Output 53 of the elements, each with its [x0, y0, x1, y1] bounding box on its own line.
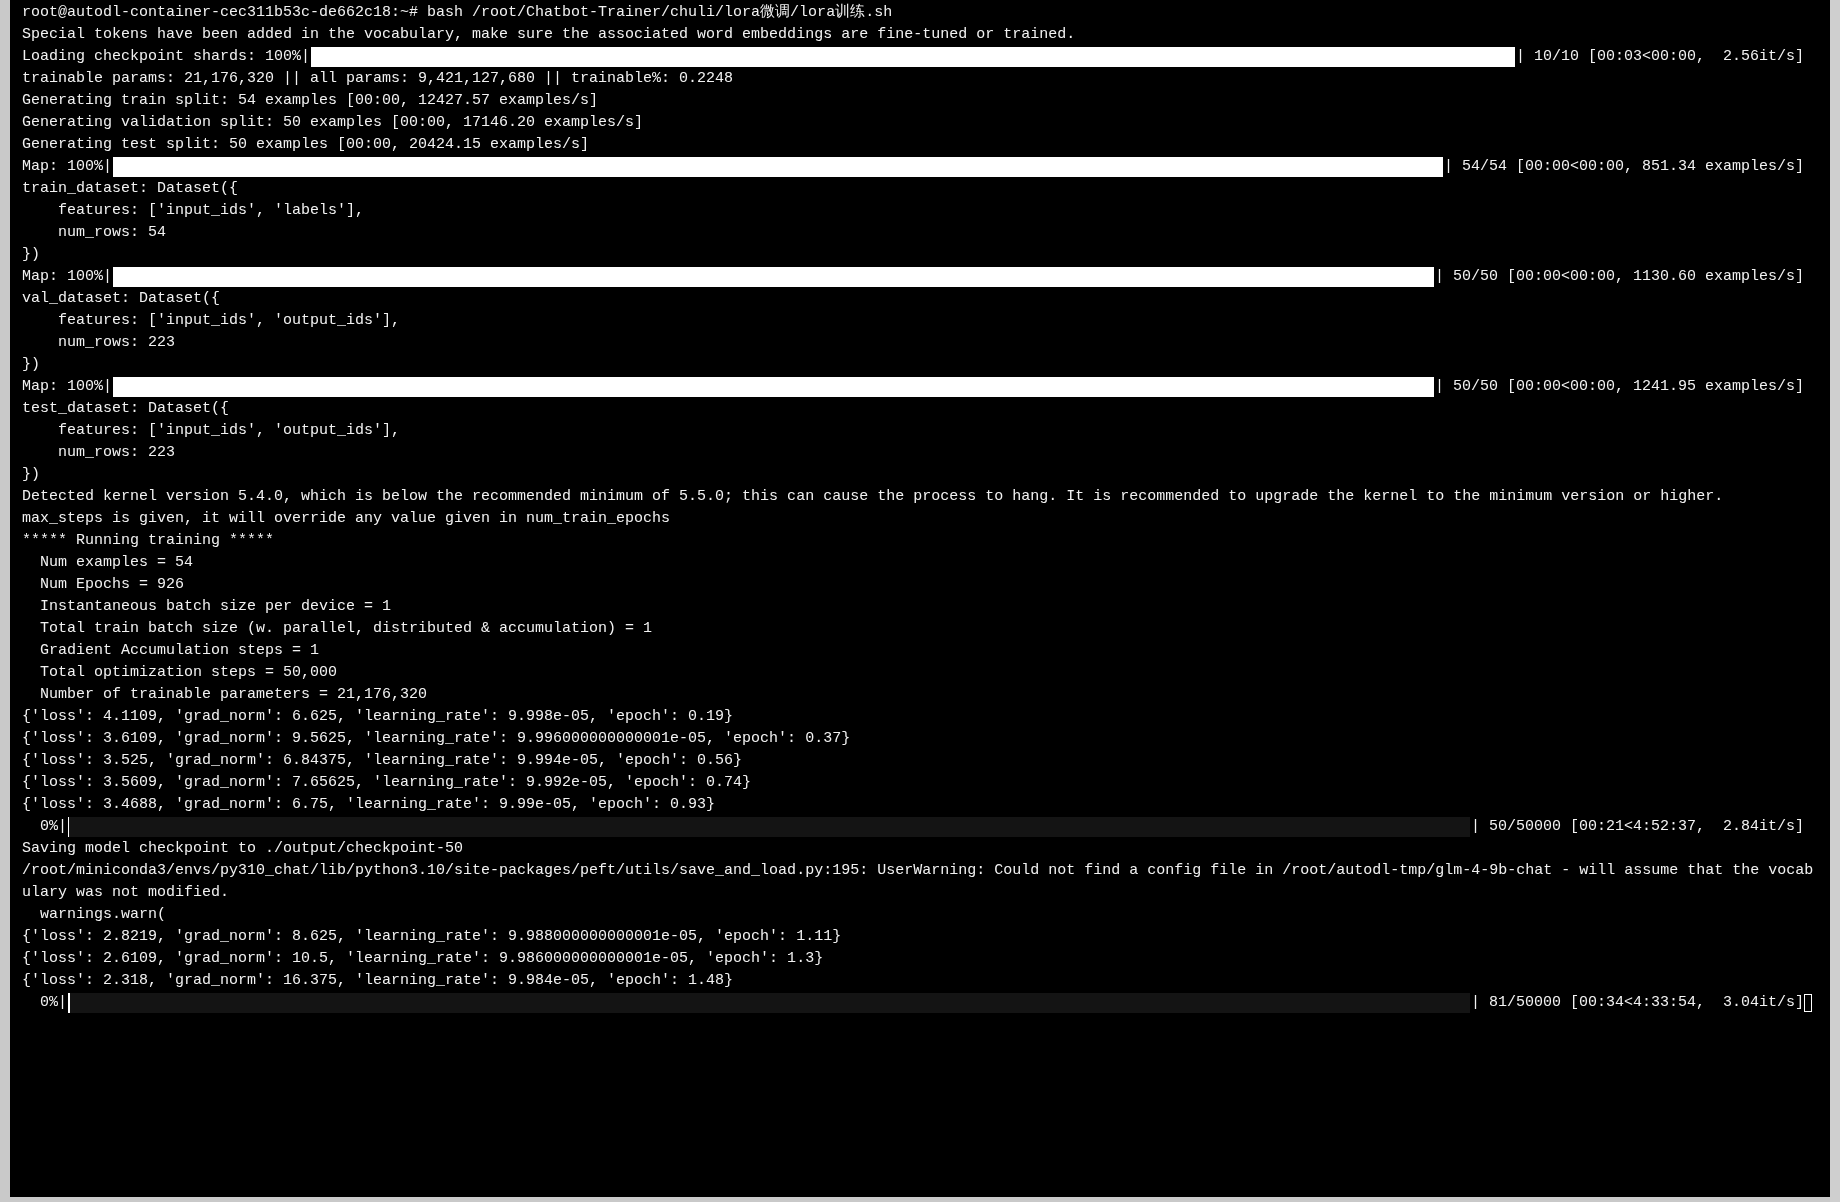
terminal-line: /root/miniconda3/envs/py310_chat/lib/python3.10/site-packages/peft/utils/save_and_load.py:195: UserWarning: Could not find a config file in /root/autodl-tmp/glm-4-9b-chat - will assume that the vocab — [22, 861, 1814, 881]
progress-status: | 50/50000 [00:21<4:52:37, 2.84it/s] — [1470, 817, 1804, 837]
terminal-line: Gradient Accumulation steps = 1 — [39, 641, 320, 661]
terminal-line: }) — [22, 465, 40, 485]
terminal-line: Instantaneous batch size per device = 1 — [39, 597, 392, 617]
terminal-line: test_dataset: Dataset({ — [22, 399, 230, 419]
terminal-line: warnings.warn( — [39, 905, 167, 925]
terminal-line: {'loss': 3.6109, 'grad_norm': 9.5625, 'learning_rate': 9.996000000000001e-05, 'epoch': 0.37} — [22, 729, 851, 749]
terminal-line: {'loss': 2.6109, 'grad_norm': 10.5, 'learning_rate': 9.986000000000001e-05, 'epoch': 1.3} — [22, 949, 824, 969]
terminal-line: ***** Running training ***** — [22, 531, 275, 551]
terminal-line: Number of trainable parameters = 21,176,320 — [39, 685, 428, 705]
terminal-line: {'loss': 2.318, 'grad_norm': 16.375, 'learning_rate': 9.984e-05, 'epoch': 1.48} — [22, 971, 734, 991]
progress-status: | 81/50000 [00:34<4:33:54, 3.04it/s] — [1470, 992, 1804, 1014]
terminal-line: Total optimization steps = 50,000 — [39, 663, 338, 683]
progress-label: Loading checkpoint shards: 100%| — [22, 47, 311, 67]
terminal-line: {'loss': 3.5609, 'grad_norm': 7.65625, 'learning_rate': 9.992e-05, 'epoch': 0.74} — [22, 773, 752, 793]
progress-status: | 54/54 [00:00<00:00, 851.34 examples/s] — [1443, 157, 1804, 177]
terminal-line: }) — [22, 355, 40, 375]
terminal-line: max_steps is given, it will override any value given in num_train_epochs — [22, 509, 671, 529]
terminal-line: features: ['input_ids', 'output_ids'], — [57, 421, 401, 441]
terminal-line: {'loss': 3.525, 'grad_norm': 6.84375, 'learning_rate': 9.994e-05, 'epoch': 0.56} — [22, 751, 743, 771]
terminal-line: num_rows: 223 — [57, 443, 176, 463]
terminal-line: train_dataset: Dataset({ — [22, 179, 239, 199]
terminal-line: ulary was not modified. — [22, 883, 230, 903]
terminal-line: {'loss': 4.1109, 'grad_norm': 6.625, 'learning_rate': 9.998e-05, 'epoch': 0.19} — [22, 707, 734, 727]
progress-label: Map: 100%| — [22, 377, 112, 397]
progress-status: | 50/50 [00:00<00:00, 1241.95 examples/s] — [1434, 377, 1804, 397]
terminal-line: Num Epochs = 926 — [39, 575, 185, 595]
terminal-line: {'loss': 2.8219, 'grad_norm': 8.625, 'learning_rate': 9.988000000000001e-05, 'epoch': 1.11} — [22, 927, 842, 947]
terminal-line: Num examples = 54 — [39, 553, 194, 573]
terminal-line: Total train batch size (w. parallel, distributed & accumulation) = 1 — [39, 619, 653, 639]
terminal-line: Generating validation split: 50 examples [00:00, 17146.20 examples/s] — [22, 113, 644, 133]
terminal-line: Special tokens have been added in the vocabulary, make sure the associated word embeddings are fine-tuned or trained. — [22, 25, 1076, 45]
terminal-line: {'loss': 3.4688, 'grad_norm': 6.75, 'learning_rate': 9.99e-05, 'epoch': 0.93} — [22, 795, 716, 815]
progress-label: 0%| — [39, 993, 67, 1013]
terminal-line: num_rows: 54 — [57, 223, 167, 243]
terminal-line: num_rows: 223 — [57, 333, 176, 353]
terminal-line: Generating train split: 54 examples [00:00, 12427.57 examples/s] — [22, 91, 599, 111]
progress-status: | 10/10 [00:03<00:00, 2.56it/s] — [1515, 47, 1804, 67]
terminal-line: val_dataset: Dataset({ — [22, 289, 221, 309]
terminal-line: root@autodl-container-cec311b53c-de662c18:~# bash /root/Chatbot-Trainer/chuli/lora微调/lora训练.sh — [22, 2, 893, 23]
scrollbar[interactable] — [1830, 0, 1840, 1202]
terminal-line: trainable params: 21,176,320 || all params: 9,421,127,680 || trainable%: 0.2248 — [22, 69, 734, 89]
progress-label: Map: 100%| — [22, 157, 112, 177]
terminal-line: Detected kernel version 5.4.0, which is below the recommended minimum of 5.5.0; this can cause the process to hang. It is recommended to upgrade the kernel to the minimum version or higher. — [22, 487, 1724, 507]
terminal-line: }) — [22, 245, 40, 265]
terminal-line: Generating test split: 50 examples [00:00, 20424.15 examples/s] — [22, 135, 590, 155]
progress-label: 0%| — [39, 817, 67, 837]
terminal-line: features: ['input_ids', 'labels'], — [57, 201, 365, 221]
terminal-line: Saving model checkpoint to ./output/checkpoint-50 — [22, 839, 464, 859]
progress-label: Map: 100%| — [22, 267, 112, 287]
progress-status: | 50/50 [00:00<00:00, 1130.60 examples/s] — [1434, 267, 1804, 287]
terminal-line: features: ['input_ids', 'output_ids'], — [57, 311, 401, 331]
